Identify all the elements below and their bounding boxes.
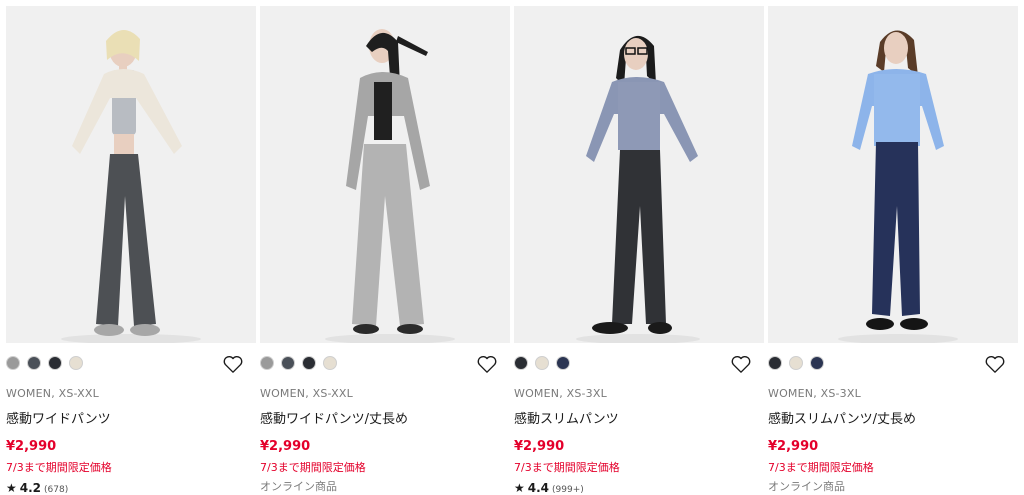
star-icon: ★: [6, 481, 17, 495]
product-name[interactable]: 感動ワイドパンツ: [6, 408, 256, 427]
product-meta: WOMEN, XS-XXL: [260, 387, 353, 400]
product-name[interactable]: 感動スリムパンツ: [514, 408, 764, 427]
color-swatch[interactable]: [768, 356, 782, 370]
color-swatch[interactable]: [514, 356, 528, 370]
model-slim-pants-icon: [514, 6, 764, 343]
model-wide-pants-long-icon: [260, 6, 510, 343]
rating-score: 4.4: [527, 481, 550, 495]
color-swatch[interactable]: [302, 356, 316, 370]
rating-score: 4.2: [19, 481, 42, 495]
promo-text: 7/3まで期間限定価格: [6, 461, 112, 474]
product-card[interactable]: WOMEN, XS-3XL 感動スリムパンツ/丈長め ¥2,990 7/3まで期…: [768, 6, 1018, 494]
online-only-label: オンライン商品: [260, 480, 337, 493]
color-swatch[interactable]: [789, 356, 803, 370]
color-swatch[interactable]: [27, 356, 41, 370]
promo-text: 7/3まで期間限定価格: [514, 461, 620, 474]
color-swatch[interactable]: [323, 356, 337, 370]
color-swatch[interactable]: [48, 356, 62, 370]
color-swatch[interactable]: [281, 356, 295, 370]
star-icon: ★: [514, 481, 525, 495]
rating-count: (999+): [552, 485, 584, 495]
product-card[interactable]: WOMEN, XS-3XL 感動スリムパンツ ¥2,990 7/3まで期間限定価…: [514, 6, 764, 495]
promo-text: 7/3まで期間限定価格: [260, 461, 366, 474]
heart-outline-icon[interactable]: [476, 354, 498, 374]
product-meta: WOMEN, XS-3XL: [768, 387, 861, 400]
product-price: ¥2,990: [6, 439, 57, 454]
product-rating[interactable]: ★ 4.2 (678): [6, 481, 256, 495]
color-swatch[interactable]: [535, 356, 549, 370]
color-swatch[interactable]: [69, 356, 83, 370]
heart-outline-icon[interactable]: [984, 354, 1006, 374]
color-swatch[interactable]: [260, 356, 274, 370]
product-grid: WOMEN, XS-XXL 感動ワイドパンツ ¥2,990 7/3まで期間限定価…: [0, 0, 1024, 495]
product-price: ¥2,990: [768, 439, 819, 454]
heart-outline-icon[interactable]: [730, 354, 752, 374]
color-swatches: [6, 356, 83, 370]
color-swatch-row: [260, 354, 510, 382]
color-swatch[interactable]: [810, 356, 824, 370]
product-price: ¥2,990: [260, 439, 311, 454]
rating-count: (678): [44, 485, 69, 495]
product-name[interactable]: 感動ワイドパンツ/丈長め: [260, 408, 510, 427]
product-image[interactable]: [768, 6, 1018, 343]
online-only-label: オンライン商品: [768, 480, 845, 493]
color-swatch[interactable]: [6, 356, 20, 370]
product-rating[interactable]: ★ 4.4 (999+): [514, 481, 764, 495]
product-meta: WOMEN, XS-3XL: [514, 387, 607, 400]
product-image[interactable]: [260, 6, 510, 343]
model-wide-pants-icon: [6, 6, 256, 343]
product-image[interactable]: [514, 6, 764, 343]
heart-outline-icon[interactable]: [222, 354, 244, 374]
product-price: ¥2,990: [514, 439, 565, 454]
color-swatch-row: [768, 354, 1018, 382]
product-card[interactable]: WOMEN, XS-XXL 感動ワイドパンツ/丈長め ¥2,990 7/3まで期…: [260, 6, 510, 494]
product-meta: WOMEN, XS-XXL: [6, 387, 99, 400]
promo-text: 7/3まで期間限定価格: [768, 461, 874, 474]
product-card[interactable]: WOMEN, XS-XXL 感動ワイドパンツ ¥2,990 7/3まで期間限定価…: [6, 6, 256, 495]
color-swatches: [514, 356, 570, 370]
color-swatches: [768, 356, 824, 370]
color-swatch[interactable]: [556, 356, 570, 370]
color-swatch-row: [6, 354, 256, 382]
model-slim-pants-long-icon: [768, 6, 1018, 343]
color-swatches: [260, 356, 337, 370]
product-name[interactable]: 感動スリムパンツ/丈長め: [768, 408, 1018, 427]
product-image[interactable]: [6, 6, 256, 343]
color-swatch-row: [514, 354, 764, 382]
